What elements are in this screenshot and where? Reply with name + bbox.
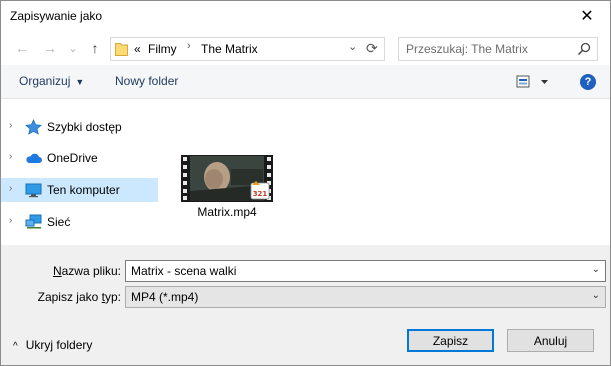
filename-label-accesskey: N: [52, 264, 62, 278]
file-type-value[interactable]: MP4 (*.mp4): [131, 290, 198, 304]
chevron-down-icon[interactable]: ⌄: [592, 264, 600, 275]
filename-field[interactable]: Matrix - scena walki ⌄: [125, 260, 606, 282]
save-button[interactable]: Zapisz: [407, 329, 494, 352]
recent-locations-button[interactable]: ⌄: [67, 38, 79, 58]
forward-button[interactable]: →: [41, 38, 59, 58]
chevron-down-icon[interactable]: ⌄: [348, 40, 357, 53]
close-button[interactable]: ✕: [564, 1, 610, 31]
sidebar-item-onedrive[interactable]: › OneDrive: [1, 146, 158, 170]
network-icon: [25, 214, 42, 229]
file-type-select[interactable]: MP4 (*.mp4) ⌄: [125, 286, 606, 308]
command-bar: Organizuj ▼ Nowy folder ?: [1, 65, 610, 99]
save-as-dialog: Zapisywanie jako ✕ ← → ⌄ ↑ « Filmy › The…: [0, 0, 611, 366]
file-type-label: Zapisz jako typ:: [1, 290, 121, 304]
address-bar[interactable]: « Filmy › The Matrix ⌄ ⟳: [110, 37, 385, 61]
sidebar-item-this-pc[interactable]: › Ten komputer: [1, 178, 158, 202]
breadcrumb-filmy[interactable]: Filmy: [148, 42, 177, 56]
filename-label: Nazwa pliku:: [1, 264, 121, 278]
file-badge: 321: [253, 190, 268, 198]
sidebar-item-label: Szybki dostęp: [47, 120, 122, 134]
sidebar-item-network[interactable]: › Sieć: [1, 210, 158, 234]
sidebar-item-label: Sieć: [47, 215, 71, 229]
filename-label-text: azwa pliku:: [61, 264, 121, 278]
computer-icon: [25, 183, 42, 198]
sidebar-item-label: OneDrive: [47, 151, 98, 165]
help-button[interactable]: ?: [580, 74, 596, 90]
up-button[interactable]: ↑: [87, 38, 103, 58]
cancel-button[interactable]: Anuluj: [507, 329, 594, 352]
chevron-down-icon[interactable]: ⌄: [592, 290, 600, 301]
change-view-button[interactable]: [516, 73, 548, 91]
sidebar-item-quick-access[interactable]: › Szybki dostęp: [1, 115, 158, 139]
window-title: Zapisywanie jako: [10, 9, 103, 23]
search-input[interactable]: Przeszukaj: The Matrix: [398, 37, 598, 61]
file-list[interactable]: 321 Matrix.mp4: [161, 99, 610, 245]
cloud-icon: [26, 153, 42, 163]
refresh-icon[interactable]: ⟳: [366, 40, 378, 57]
folder-icon: [115, 43, 128, 56]
star-icon: [25, 119, 42, 135]
organize-button[interactable]: Organizuj ▼: [19, 74, 84, 88]
breadcrumb-the-matrix[interactable]: The Matrix: [201, 42, 258, 56]
chevron-up-icon: ^: [13, 341, 18, 352]
save-form: Nazwa pliku: Matrix - scena walki ⌄ Zapi…: [1, 245, 610, 365]
navigation-bar: ← → ⌄ ↑ « Filmy › The Matrix ⌄ ⟳ Przeszu…: [1, 31, 610, 65]
file-name: Matrix.mp4: [197, 205, 257, 219]
breadcrumb-separator[interactable]: ›: [187, 40, 191, 52]
search-icon[interactable]: [577, 42, 591, 56]
chevron-right-icon[interactable]: ›: [9, 215, 12, 226]
filename-value[interactable]: Matrix - scena walki: [131, 264, 236, 278]
organize-label: Organizuj: [19, 74, 71, 88]
back-button[interactable]: ←: [13, 38, 31, 58]
chevron-down-icon: ▼: [75, 77, 85, 87]
new-folder-button[interactable]: Nowy folder: [115, 74, 178, 88]
file-type-label-text: Zapisz jako: [37, 290, 102, 304]
sidebar-item-label: Ten komputer: [47, 183, 120, 197]
address-overflow[interactable]: «: [134, 42, 141, 56]
file-item-matrix-mp4[interactable]: 321 Matrix.mp4: [179, 155, 279, 225]
navigation-pane: › Szybki dostęp › OneDrive › Ten kompute…: [1, 99, 161, 245]
hide-folders-label: Ukryj foldery: [25, 338, 93, 352]
file-type-label-rest: yp:: [104, 290, 121, 304]
video-file-icon: 321: [181, 155, 273, 202]
hide-folders-button[interactable]: ^ Ukryj foldery: [13, 338, 92, 352]
chevron-right-icon[interactable]: ›: [9, 151, 12, 162]
search-placeholder: Przeszukaj: The Matrix: [406, 42, 528, 56]
chevron-right-icon[interactable]: ›: [9, 183, 12, 194]
title-bar: Zapisywanie jako ✕: [1, 1, 610, 31]
chevron-right-icon[interactable]: ›: [9, 120, 12, 131]
